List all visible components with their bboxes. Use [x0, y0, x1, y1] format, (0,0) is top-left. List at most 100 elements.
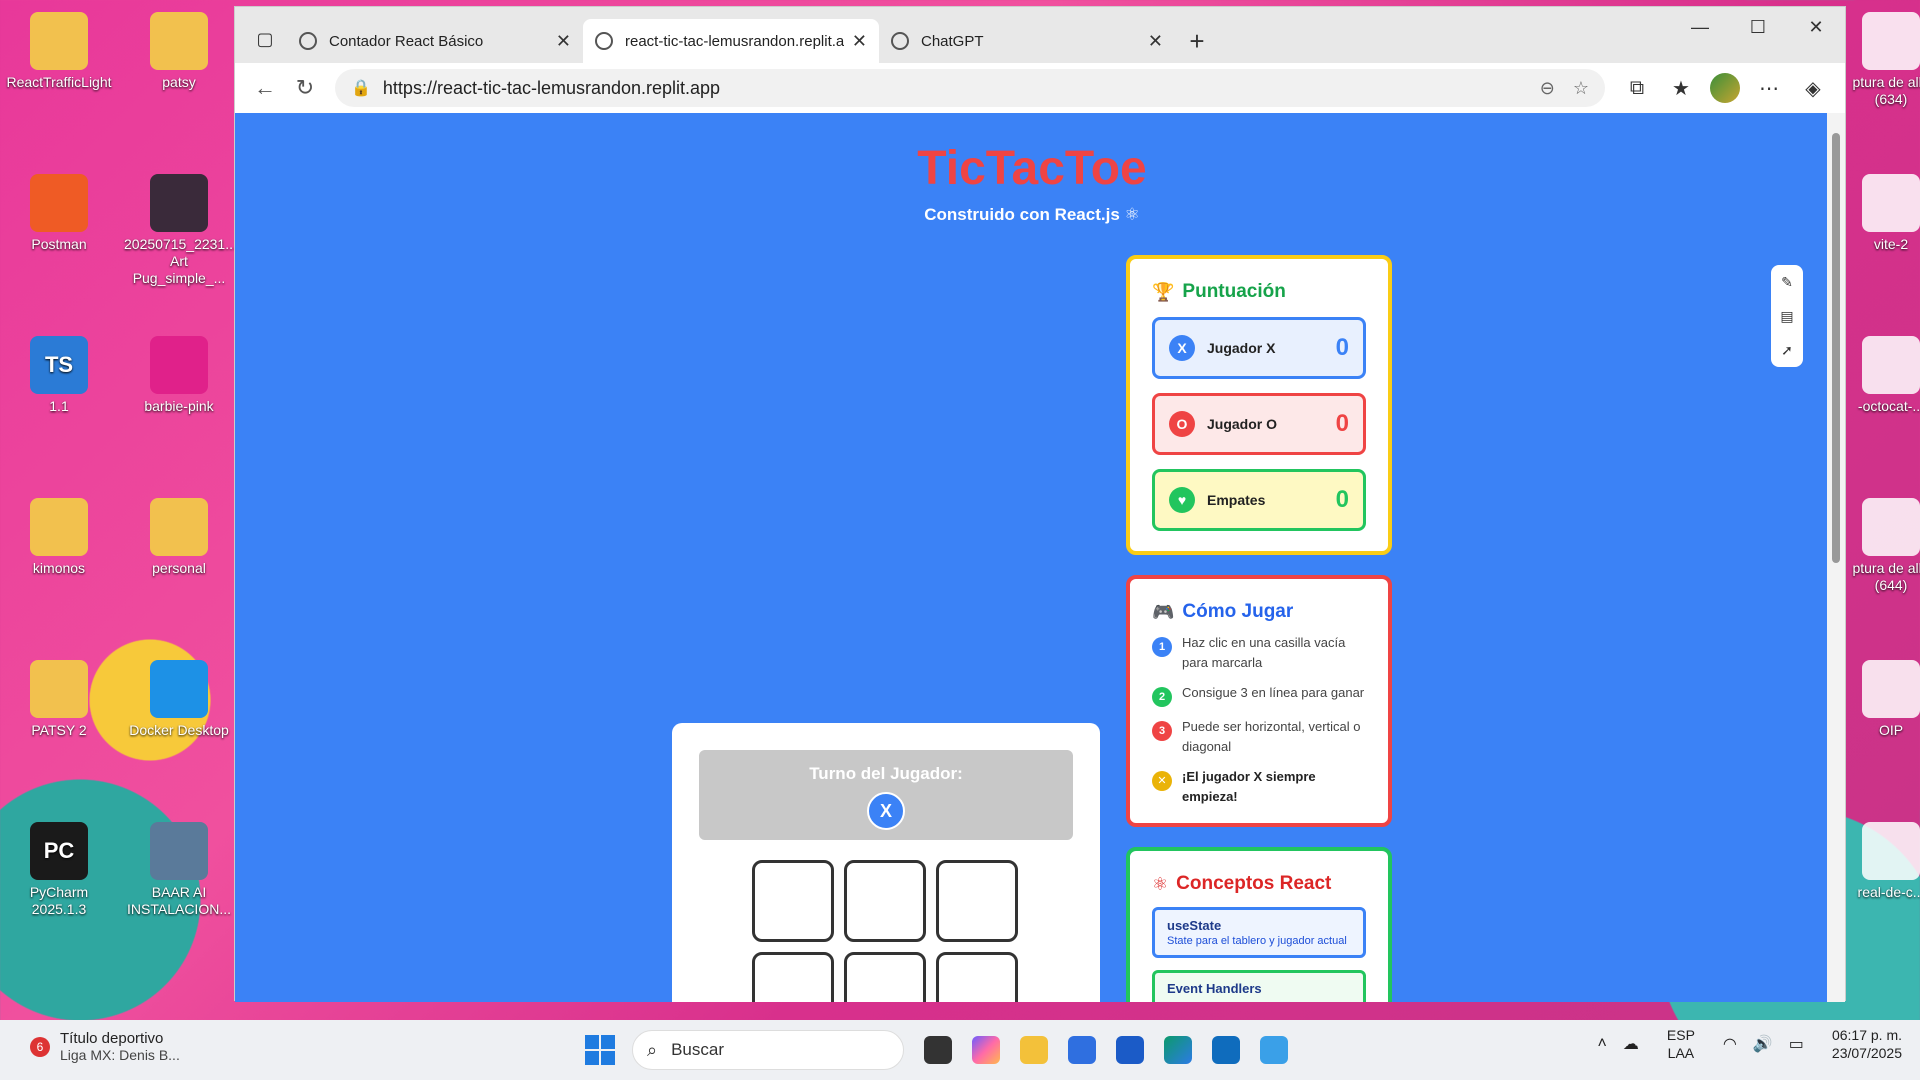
- desktop-icon[interactable]: Postman: [4, 174, 114, 253]
- desktop-app-icon: [150, 822, 208, 880]
- more-icon[interactable]: ⋯: [1747, 68, 1791, 108]
- cloud-icon[interactable]: ☁: [1623, 1034, 1639, 1054]
- desktop-app-icon: [30, 660, 88, 718]
- zoom-out-icon[interactable]: ⊖: [1540, 78, 1555, 99]
- board-cell[interactable]: [844, 952, 926, 1002]
- scrollbar-thumb[interactable]: [1832, 133, 1840, 563]
- player-icon: O: [1169, 411, 1195, 437]
- desktop-icon[interactable]: kimonos: [4, 498, 114, 577]
- desktop-icon[interactable]: Docker Desktop: [124, 660, 234, 739]
- app-title: TicTacToe: [917, 142, 1147, 195]
- task-view-icon[interactable]: [914, 1028, 962, 1072]
- desktop-icon[interactable]: PATSY 2: [4, 660, 114, 739]
- edit-icon[interactable]: ✎: [1771, 265, 1803, 299]
- volume-icon[interactable]: 🔊: [1753, 1034, 1773, 1054]
- desktop-icon[interactable]: ptura de alla (634): [1836, 12, 1920, 108]
- extensions-icon[interactable]: ⧉: [1615, 68, 1659, 108]
- how-item: 2 Consigue 3 en línea para ganar: [1152, 683, 1366, 707]
- desktop-icon[interactable]: patsy: [124, 12, 234, 91]
- tab-actions-icon[interactable]: ▢: [243, 15, 287, 63]
- how-item: 1 Haz clic en una casilla vacía para marc…: [1152, 633, 1366, 673]
- tab-chatgpt[interactable]: ChatGPT ✕: [879, 19, 1175, 63]
- maximize-icon[interactable]: ☐: [1729, 7, 1787, 47]
- player-icon: ♥: [1169, 487, 1195, 513]
- azure-icon[interactable]: [1106, 1028, 1154, 1072]
- outlook-icon[interactable]: [1202, 1028, 1250, 1072]
- close-tab-icon[interactable]: ✕: [1148, 31, 1163, 52]
- desktop-icon[interactable]: vite-2: [1836, 174, 1920, 253]
- desktop-app-icon: [150, 660, 208, 718]
- trophy-icon: 🏆: [1152, 281, 1175, 302]
- board-cell[interactable]: [752, 952, 834, 1002]
- lang-bottom: LAA: [1667, 1045, 1695, 1061]
- clock[interactable]: 06:17 p. m. 23/07/2025: [1832, 1026, 1902, 1062]
- desktop-icon-label: personal: [152, 560, 206, 576]
- desktop-icon[interactable]: TS 1.1: [4, 336, 114, 415]
- battery-icon[interactable]: ▭: [1789, 1034, 1804, 1054]
- desktop-icon[interactable]: barbie-pink: [124, 336, 234, 415]
- turn-indicator: Turno del Jugador: X: [699, 750, 1073, 840]
- step-text: ¡El jugador X siempre empieza!: [1182, 769, 1316, 804]
- copilot-app-icon[interactable]: [962, 1028, 1010, 1072]
- desktop-icon-label: ReactTrafficLight: [6, 74, 112, 90]
- board-cell[interactable]: [844, 860, 926, 942]
- clock-time: 06:17 p. m.: [1831, 1027, 1902, 1043]
- reload-icon[interactable]: ↻: [285, 68, 325, 108]
- edge-icon[interactable]: [1154, 1028, 1202, 1072]
- launch-icon[interactable]: ➚: [1771, 333, 1803, 367]
- board-cell[interactable]: [752, 860, 834, 942]
- url-field[interactable]: 🔒 https://react-tic-tac-lemusrandon.repl…: [335, 69, 1605, 107]
- language-indicator[interactable]: ESP LAA: [1667, 1026, 1695, 1062]
- browser-window: ▢ Contador React Básico ✕ react-tic-tac-…: [234, 6, 1846, 1002]
- how-to-play-card: 🎮 Cómo Jugar 1 Haz clic en una casilla va…: [1126, 575, 1392, 827]
- desktop-icon[interactable]: ReactTrafficLight: [4, 12, 114, 91]
- close-window-icon[interactable]: ✕: [1787, 7, 1845, 47]
- profile-avatar[interactable]: [1703, 68, 1747, 108]
- favorites-icon[interactable]: ★: [1659, 68, 1703, 108]
- desktop-icon[interactable]: personal: [124, 498, 234, 577]
- news-widget[interactable]: 6 Título deportivo Liga MX: Denis B...: [30, 1030, 180, 1063]
- minimize-icon[interactable]: —: [1671, 7, 1729, 47]
- tab-tictactoe[interactable]: react-tic-tac-lemusrandon.replit.a ✕: [583, 19, 879, 63]
- desktop-icon[interactable]: real-de-c...: [1836, 822, 1920, 901]
- system-tray: ˄ ☁ ESP LAA ◠ 🔊 ▭ 06:17 p. m. 23/07/2025: [1590, 1026, 1902, 1062]
- taskbar: 6 Título deportivo Liga MX: Denis B... ⌕…: [0, 1020, 1920, 1080]
- scrollbar[interactable]: [1827, 113, 1845, 1002]
- windows-start-icon[interactable]: [578, 1028, 622, 1072]
- news-subtitle: Liga MX: Denis B...: [60, 1047, 180, 1063]
- game-card: Turno del Jugador: X: [672, 723, 1100, 1002]
- tab-contador[interactable]: Contador React Básico ✕: [287, 19, 583, 63]
- new-tab-button[interactable]: +: [1175, 19, 1219, 63]
- desktop-icon-label: PATSY 2: [31, 722, 87, 738]
- desktop-icon[interactable]: -octocat-...: [1836, 336, 1920, 415]
- wifi-icon[interactable]: ◠: [1723, 1034, 1737, 1054]
- page-viewport: TicTacToe Construido con React.js ⚛ Turn…: [235, 113, 1829, 1002]
- copilot-icon[interactable]: ◈: [1791, 68, 1835, 108]
- desktop-icon[interactable]: 20250715_2231... Art Pug_simple_...: [124, 174, 237, 287]
- store-icon[interactable]: [1058, 1028, 1106, 1072]
- desktop-icon-label: 1.1: [49, 398, 69, 414]
- globe-icon: [595, 32, 613, 50]
- desktop-icon[interactable]: ptura de alla (644): [1836, 498, 1920, 594]
- site-info-icon[interactable]: 🔒: [351, 78, 371, 98]
- desktop-app-icon: [30, 12, 88, 70]
- desktop-icon[interactable]: BAAR AI INSTALACION...: [124, 822, 234, 918]
- board-cell[interactable]: [936, 860, 1018, 942]
- file-explorer-icon[interactable]: [1010, 1028, 1058, 1072]
- taskbar-search[interactable]: ⌕ Buscar: [632, 1030, 904, 1070]
- back-icon[interactable]: ←: [245, 68, 285, 108]
- score-name: Jugador X: [1207, 340, 1276, 356]
- desktop-icon[interactable]: OIP: [1836, 660, 1920, 739]
- react-concepts-card: ⚛ Conceptos React useState State para el …: [1126, 847, 1392, 1002]
- desktop-icon[interactable]: PC PyCharm 2025.1.3: [4, 822, 114, 918]
- tab-label: ChatGPT: [921, 32, 984, 50]
- board-cell[interactable]: [936, 952, 1018, 1002]
- calendar-icon[interactable]: ▤: [1771, 299, 1803, 333]
- chevron-up-icon[interactable]: ˄: [1598, 1035, 1607, 1053]
- star-icon[interactable]: ☆: [1573, 78, 1589, 99]
- close-tab-icon[interactable]: ✕: [852, 31, 867, 52]
- close-tab-icon[interactable]: ✕: [556, 31, 571, 52]
- concepts-heading: ⚛ Conceptos React: [1152, 873, 1366, 895]
- photos-icon[interactable]: [1250, 1028, 1298, 1072]
- concepts-heading-text: Conceptos React: [1176, 873, 1332, 894]
